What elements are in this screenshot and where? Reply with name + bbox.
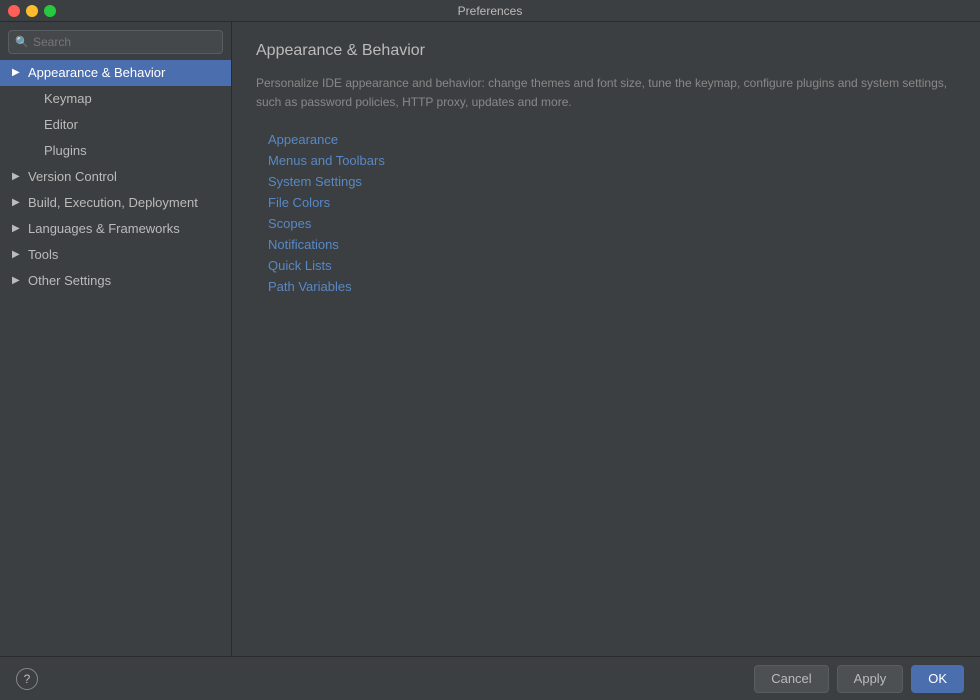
sidebar-item-editor[interactable]: Editor: [0, 112, 231, 138]
link-file-colors[interactable]: File Colors: [268, 195, 956, 210]
maximize-button[interactable]: [44, 5, 56, 17]
expand-arrow-icon: ▶: [12, 219, 24, 239]
action-buttons: Cancel Apply OK: [754, 665, 964, 693]
sidebar-item-tools[interactable]: ▶ Tools: [0, 242, 231, 268]
sidebar-item-other-settings[interactable]: ▶ Other Settings: [0, 268, 231, 294]
traffic-lights: [8, 5, 56, 17]
link-system-settings[interactable]: System Settings: [268, 174, 956, 189]
help-button[interactable]: ?: [16, 668, 38, 690]
sidebar-label-build-execution: Build, Execution, Deployment: [28, 193, 198, 213]
sidebar-item-appearance-behavior[interactable]: ▶ Appearance & Behavior: [0, 60, 231, 86]
sidebar-label-plugins: Plugins: [44, 141, 87, 161]
link-scopes[interactable]: Scopes: [268, 216, 956, 231]
expand-arrow-icon: ▶: [12, 167, 24, 187]
expand-arrow-icon: ▶: [12, 193, 24, 213]
sidebar-label-tools: Tools: [28, 245, 58, 265]
ok-button[interactable]: OK: [911, 665, 964, 693]
sidebar-label-appearance-behavior: Appearance & Behavior: [28, 63, 165, 83]
sidebar-item-version-control[interactable]: ▶ Version Control: [0, 164, 231, 190]
sidebar: 🔍 ▶ Appearance & Behavior Keymap Editor …: [0, 22, 232, 656]
sidebar-label-keymap: Keymap: [44, 89, 92, 109]
sidebar-label-other-settings: Other Settings: [28, 271, 111, 291]
sidebar-label-languages-frameworks: Languages & Frameworks: [28, 219, 180, 239]
link-appearance[interactable]: Appearance: [268, 132, 956, 147]
cancel-button[interactable]: Cancel: [754, 665, 828, 693]
bottom-bar: ? Cancel Apply OK: [0, 656, 980, 700]
sidebar-item-build-execution[interactable]: ▶ Build, Execution, Deployment: [0, 190, 231, 216]
sidebar-item-languages-frameworks[interactable]: ▶ Languages & Frameworks: [0, 216, 231, 242]
content-area: Appearance & Behavior Personalize IDE ap…: [232, 22, 980, 656]
link-path-variables[interactable]: Path Variables: [268, 279, 956, 294]
close-button[interactable]: [8, 5, 20, 17]
search-input[interactable]: [8, 30, 223, 54]
content-description: Personalize IDE appearance and behavior:…: [256, 74, 956, 112]
link-menus-toolbars[interactable]: Menus and Toolbars: [268, 153, 956, 168]
link-quick-lists[interactable]: Quick Lists: [268, 258, 956, 273]
sidebar-nav: ▶ Appearance & Behavior Keymap Editor Pl…: [0, 60, 231, 656]
minimize-button[interactable]: [26, 5, 38, 17]
main-container: 🔍 ▶ Appearance & Behavior Keymap Editor …: [0, 22, 980, 656]
title-bar: Preferences: [0, 0, 980, 22]
search-wrapper: 🔍: [8, 30, 223, 54]
sidebar-label-version-control: Version Control: [28, 167, 117, 187]
sidebar-item-keymap[interactable]: Keymap: [0, 86, 231, 112]
expand-arrow-icon: ▶: [12, 63, 24, 83]
sidebar-label-editor: Editor: [44, 115, 78, 135]
link-notifications[interactable]: Notifications: [268, 237, 956, 252]
apply-button[interactable]: Apply: [837, 665, 904, 693]
sidebar-item-plugins[interactable]: Plugins: [0, 138, 231, 164]
expand-arrow-icon: ▶: [12, 245, 24, 265]
content-title: Appearance & Behavior: [256, 42, 956, 60]
search-container: 🔍: [0, 22, 231, 60]
window-title: Preferences: [458, 4, 523, 18]
content-links-list: Appearance Menus and Toolbars System Set…: [256, 132, 956, 294]
expand-arrow-icon: ▶: [12, 271, 24, 291]
